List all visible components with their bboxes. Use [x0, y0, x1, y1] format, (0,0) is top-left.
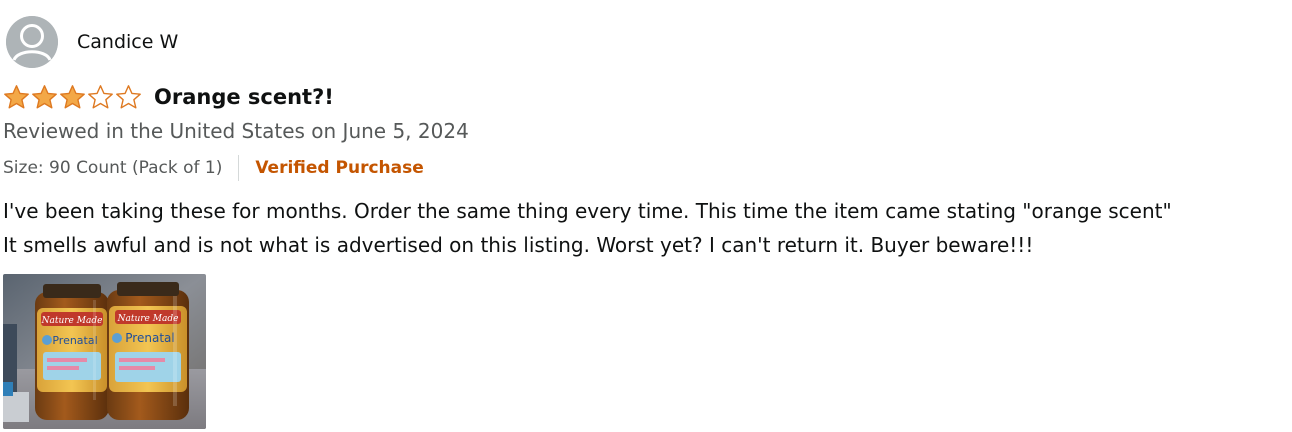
star-empty-icon [88, 85, 113, 109]
review-text-line: It smells awful and is not what is adver… [3, 233, 1034, 257]
star-filled-icon [4, 85, 29, 109]
review-title[interactable]: Orange scent?! [154, 86, 334, 108]
product-variant-link[interactable]: Size: 90 Count (Pack of 1) [3, 158, 222, 178]
reviewer-profile-link[interactable]: Candice W [6, 16, 178, 68]
star-rating[interactable] [3, 84, 143, 110]
star-filled-icon [60, 85, 85, 109]
review-rating-row: Orange scent?! [3, 82, 334, 112]
reviewer-name: Candice W [77, 30, 179, 53]
bottle-label-product: Prenatal [52, 334, 97, 347]
default-user-avatar-icon [6, 16, 58, 68]
divider [238, 155, 240, 181]
star-filled-icon [32, 85, 57, 109]
review-text-line: I've been taking these for months. Order… [3, 199, 1172, 223]
bottle-label-brand: Nature Made [117, 314, 179, 324]
review-format-strip: Size: 90 Count (Pack of 1) Verified Purc… [3, 155, 424, 181]
bottle-label-product: Prenatal [125, 331, 174, 345]
review-text: I've been taking these for months. Order… [3, 194, 1288, 262]
star-empty-icon [116, 85, 141, 109]
customer-review: Candice W Orange scent?! Reviewed in the… [0, 0, 1292, 432]
review-date: Reviewed in the United States on June 5,… [3, 119, 469, 143]
review-image-thumbnail[interactable]: Nature Made Prenatal Nature Made Prenata… [3, 274, 206, 429]
verified-purchase-badge: Verified Purchase [255, 158, 424, 178]
